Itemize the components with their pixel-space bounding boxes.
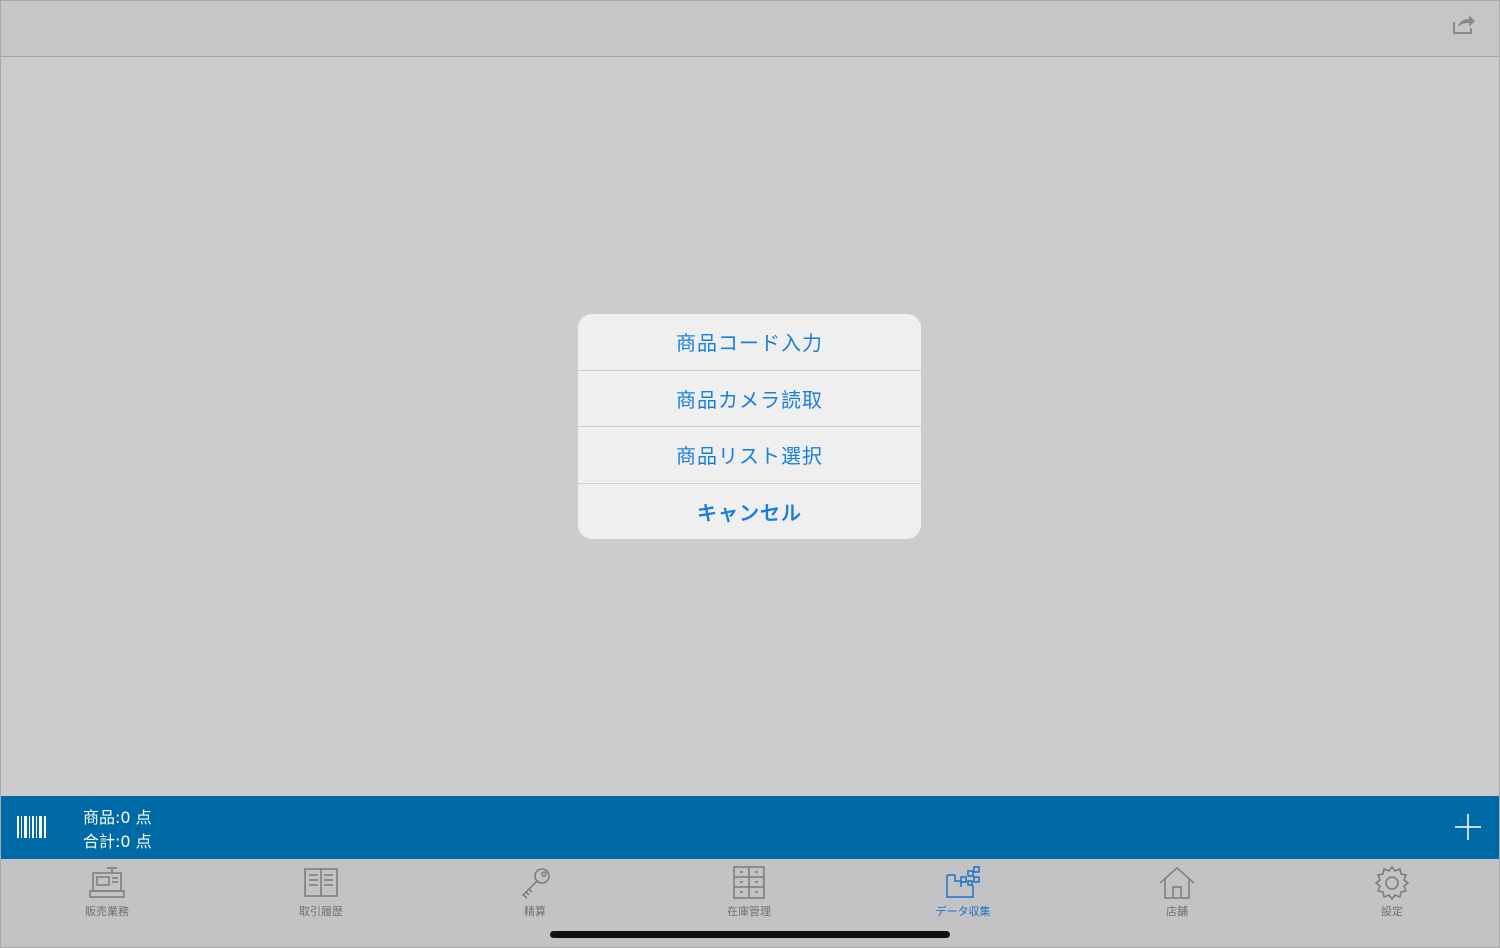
window-frame (0, 0, 1500, 948)
